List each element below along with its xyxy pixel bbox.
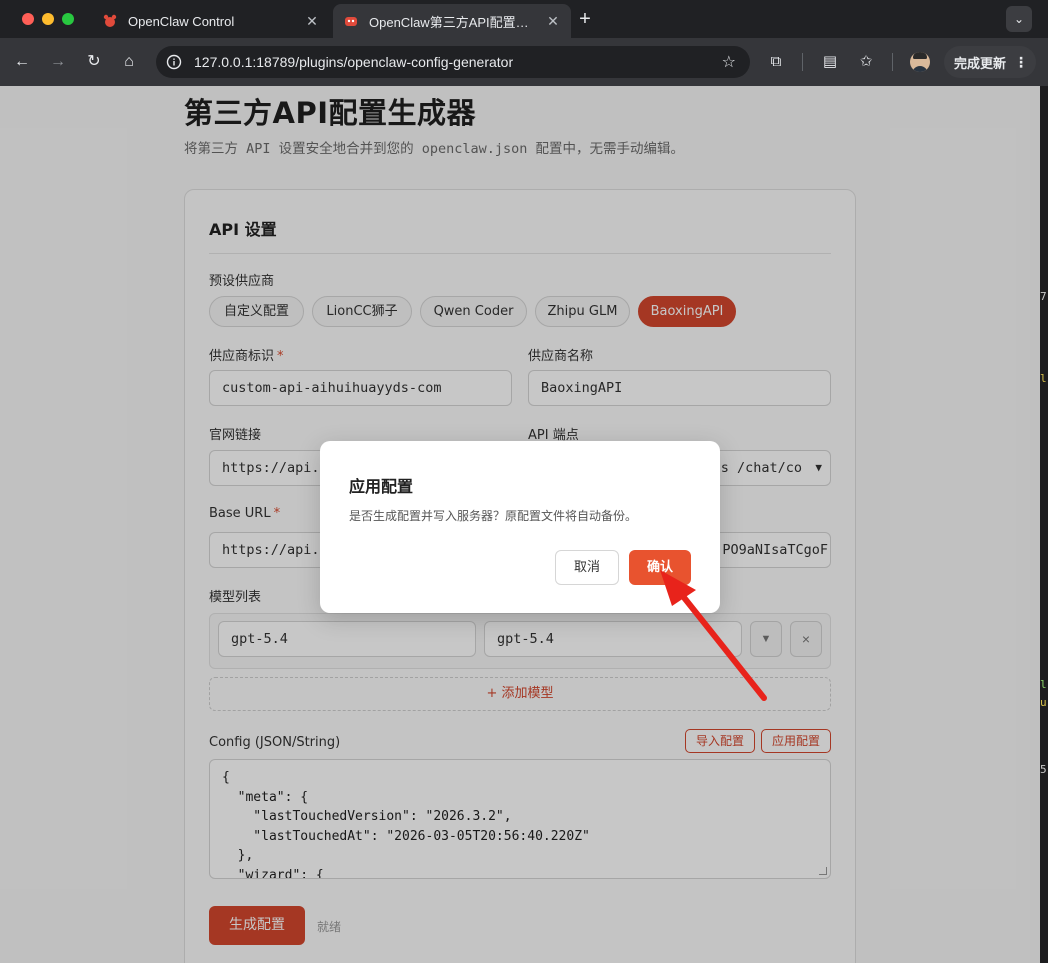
- openclaw-favicon-icon: [102, 13, 118, 29]
- tab-title: OpenClaw第三方API配置生成器: [369, 14, 537, 30]
- background-text: u: [1040, 696, 1047, 709]
- reload-icon[interactable]: ↻: [82, 50, 106, 74]
- background-text: 5: [1040, 763, 1047, 776]
- profile-avatar[interactable]: [910, 52, 930, 72]
- site-info-icon[interactable]: [164, 52, 184, 72]
- kebab-menu-icon[interactable]: ⋮: [1014, 54, 1028, 71]
- tab-config-generator[interactable]: OpenClaw第三方API配置生成器 ✕: [333, 4, 571, 38]
- background-text: 7: [1040, 290, 1047, 303]
- tab-openclaw-control[interactable]: OpenClaw Control ✕: [92, 4, 330, 38]
- dialog-title: 应用配置: [349, 477, 414, 496]
- toolbar-divider: [892, 53, 893, 71]
- toolbar-divider: [802, 53, 803, 71]
- openclaw-favicon-icon: [343, 13, 359, 29]
- update-button[interactable]: 完成更新 ⋮: [944, 46, 1036, 78]
- url-text: 127.0.0.1:18789/plugins/openclaw-config-…: [194, 54, 514, 70]
- cancel-button[interactable]: 取消: [555, 550, 619, 585]
- new-tab-button[interactable]: +: [574, 8, 596, 30]
- confirm-button[interactable]: 确认: [629, 550, 691, 585]
- bookmark-star-icon[interactable]: ☆: [722, 52, 736, 72]
- apply-config-dialog: [320, 441, 720, 613]
- background-text: l: [1040, 678, 1047, 691]
- browser-tab-bar: OpenClaw Control ✕ OpenClaw第三方API配置生成器 ✕…: [0, 0, 1048, 38]
- dialog-message: 是否生成配置并写入服务器？原配置文件将自动备份。: [349, 509, 638, 523]
- close-window-button[interactable]: [22, 13, 34, 25]
- extensions-puzzle-icon[interactable]: ⧉: [764, 50, 788, 74]
- bookmarks-star-icon[interactable]: ✩: [854, 50, 878, 74]
- background-text: l: [1040, 372, 1047, 385]
- tab-search-chevron-down-icon[interactable]: ⌄: [1006, 6, 1032, 32]
- update-label: 完成更新: [954, 55, 1007, 71]
- background-window-strip: [1040, 86, 1048, 963]
- tab-title: OpenClaw Control: [128, 13, 235, 29]
- home-icon[interactable]: ⌂: [117, 50, 141, 74]
- forward-arrow-icon[interactable]: →: [46, 50, 70, 74]
- back-arrow-icon[interactable]: ←: [10, 50, 34, 74]
- address-bar[interactable]: 127.0.0.1:18789/plugins/openclaw-config-…: [156, 46, 750, 78]
- minimize-window-button[interactable]: [42, 13, 54, 25]
- tab-close-icon[interactable]: ✕: [545, 13, 561, 30]
- maximize-window-button[interactable]: [62, 13, 74, 25]
- reading-list-icon[interactable]: ▤: [818, 50, 842, 74]
- tab-close-icon[interactable]: ✕: [304, 13, 320, 30]
